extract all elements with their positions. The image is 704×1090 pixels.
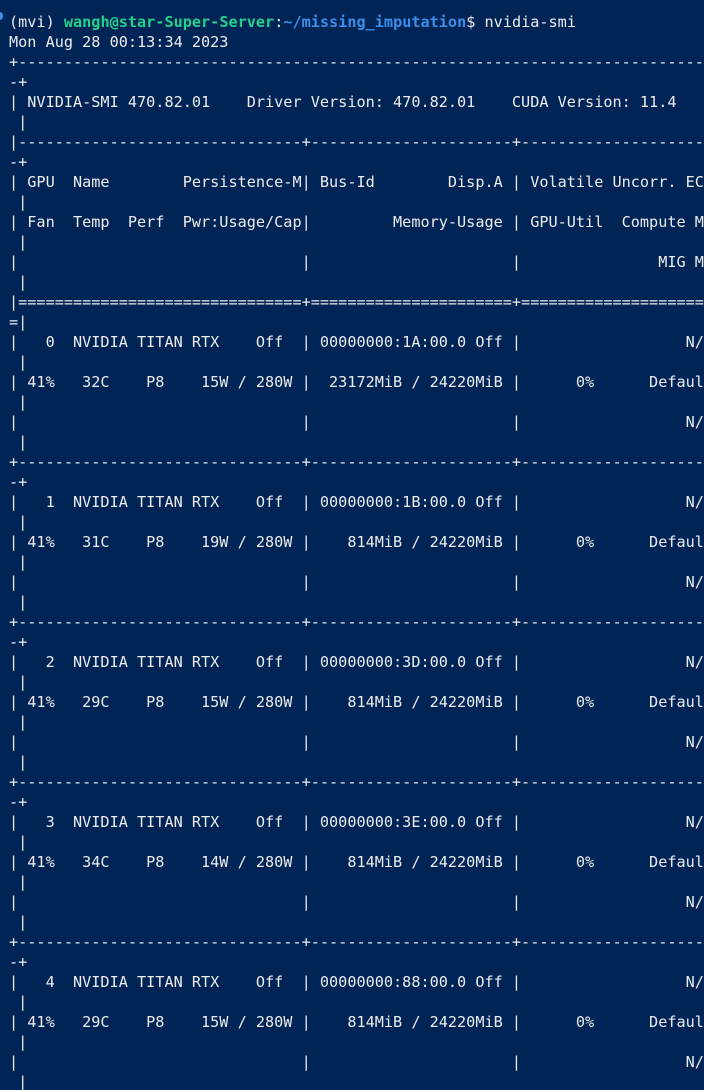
output-line: | [9,673,28,691]
output-line: | [9,1073,28,1090]
timestamp: Mon Aug 28 00:13:34 2023 [9,33,229,51]
output-line: | [9,113,28,131]
output-line: | 3 NVIDIA TITAN RTX Off | 00000000:3E:0… [9,813,704,831]
output-line: | 4 NVIDIA TITAN RTX Off | 00000000:88:0… [9,973,704,991]
output-line: | | | N/A [9,893,704,911]
output-line: -+ [9,633,28,651]
output-line: | GPU Name Persistence-M| Bus-Id Disp.A … [9,173,704,191]
output-line: | [9,353,28,371]
output-line: | NVIDIA-SMI 470.82.01 Driver Version: 4… [9,93,677,111]
output-line: | [9,993,28,1011]
prompt-status-icon [0,12,3,20]
output-line: | | | N/A [9,573,704,591]
output-line: | [9,393,28,411]
prompt-line: (mvi) wangh@star-Super-Server:~/missing_… [9,12,576,32]
output-line: |-------------------------------+-------… [9,133,704,151]
command-text: nvidia-smi [484,13,576,31]
output-line: | 0 NVIDIA TITAN RTX Off | 00000000:1A:0… [9,333,704,351]
output-line: | 41% 34C P8 14W / 280W | 814MiB / 24220… [9,853,704,871]
output-line: |===============================+=======… [9,293,704,311]
output-line: | [9,833,28,851]
output-line: | [9,433,28,451]
output-line: | | | N/A [9,413,704,431]
output-line: | [9,553,28,571]
output-line: | [9,593,28,611]
output-line: | | | MIG M. [9,253,704,271]
output-line: | 41% 32C P8 15W / 280W | 23172MiB / 242… [9,373,704,391]
output-line: | [9,193,28,211]
output-line: +-------------------------------+-------… [9,773,704,791]
output-line: -+ [9,953,28,971]
prompt-user-host: wangh@star-Super-Server [63,13,275,31]
output-line: +---------------------------------------… [9,53,704,71]
output-line: | 2 NVIDIA TITAN RTX Off | 00000000:3D:0… [9,653,704,671]
output-line: | [9,873,28,891]
prompt-path: ~/missing_imputation [283,13,467,31]
output-line: | [9,233,28,251]
terminal-window[interactable]: (mvi) wangh@star-Super-Server:~/missing_… [0,0,704,1090]
output-line: +-------------------------------+-------… [9,613,704,631]
output-line: +-------------------------------+-------… [9,453,704,471]
output-line: | 41% 31C P8 19W / 280W | 814MiB / 24220… [9,533,704,551]
output-line: | Fan Temp Perf Pwr:Usage/Cap| Memory-Us… [9,213,704,231]
output-line: +-------------------------------+-------… [9,933,704,951]
output-line: =| [9,313,28,331]
output-line: | 1 NVIDIA TITAN RTX Off | 00000000:1B:0… [9,493,704,511]
output-line: -+ [9,793,28,811]
output-line: | [9,713,28,731]
output-line: | [9,913,28,931]
prompt-env: (mvi) [9,13,55,31]
output-line: | 41% 29C P8 15W / 280W | 814MiB / 24220… [9,1013,704,1031]
output-line: -+ [9,73,28,91]
output-line: -+ [9,473,28,491]
output-line: | [9,273,28,291]
output-line: | | | N/A [9,733,704,751]
prompt-separator: : [274,13,284,31]
output-line: | [9,513,28,531]
output-line: | [9,1033,28,1051]
output-line: | 41% 29C P8 15W / 280W | 814MiB / 24220… [9,693,704,711]
output-line: | [9,753,28,771]
output-line: -+ [9,153,28,171]
prompt-symbol: $ [466,13,476,31]
output-line: | | | N/A [9,1053,704,1071]
